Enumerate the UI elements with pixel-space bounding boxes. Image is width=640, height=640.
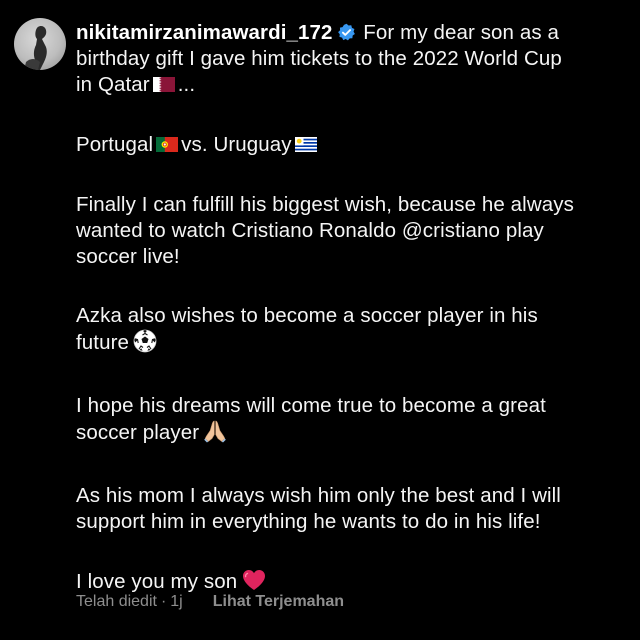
post-caption-container: nikitamirzanimawardi_172 For my dear son… (0, 0, 640, 640)
verified-badge-icon (337, 23, 356, 42)
uruguay-flag-icon (294, 133, 317, 159)
caption-line: Portugal (76, 133, 154, 156)
caption-line: soccer player (76, 421, 200, 444)
footer-separator: · (160, 593, 167, 610)
caption-line: Azka also wishes to become a soccer play… (76, 304, 538, 327)
portugal-flag-icon (156, 133, 179, 159)
qatar-flag-icon (152, 73, 175, 99)
edited-label: Telah diedit (76, 593, 157, 610)
caption-line: For my dear son as a (363, 21, 559, 44)
avatar-silhouette-icon (24, 26, 47, 70)
caption-line: I love you my son (76, 570, 238, 593)
caption-text: nikitamirzanimawardi_172 For my dear son… (76, 20, 636, 632)
caption-ellipsis[interactable]: ... (178, 73, 195, 96)
caption-line: As his mom I always wish him only the be… (76, 484, 561, 507)
caption-line: I hope his dreams will come true to beco… (76, 394, 546, 417)
caption-line: vs. Uruguay (181, 133, 292, 156)
see-translation-link[interactable]: Lihat Terjemahan (213, 593, 344, 610)
username-link[interactable]: nikitamirzanimawardi_172 (76, 21, 333, 44)
post-footer: Telah diedit · 1j Lihat Terjemahan (76, 593, 344, 611)
avatar[interactable] (14, 18, 66, 70)
caption-line: birthday gift I gave him tickets to the … (76, 47, 562, 70)
caption-line: Finally I can fulfill his biggest wish, … (76, 193, 574, 216)
praying-hands-icon (203, 419, 227, 450)
caption-line: wanted to watch Cristiano Ronaldo @crist… (76, 219, 544, 242)
caption-line: support him in everything he wants to do… (76, 510, 541, 533)
soccer-ball-icon (133, 329, 157, 360)
caption-line: soccer live! (76, 245, 180, 268)
post-time[interactable]: 1j (170, 593, 182, 610)
caption-line: future (76, 331, 130, 354)
caption-line: in Qatar (76, 73, 150, 96)
